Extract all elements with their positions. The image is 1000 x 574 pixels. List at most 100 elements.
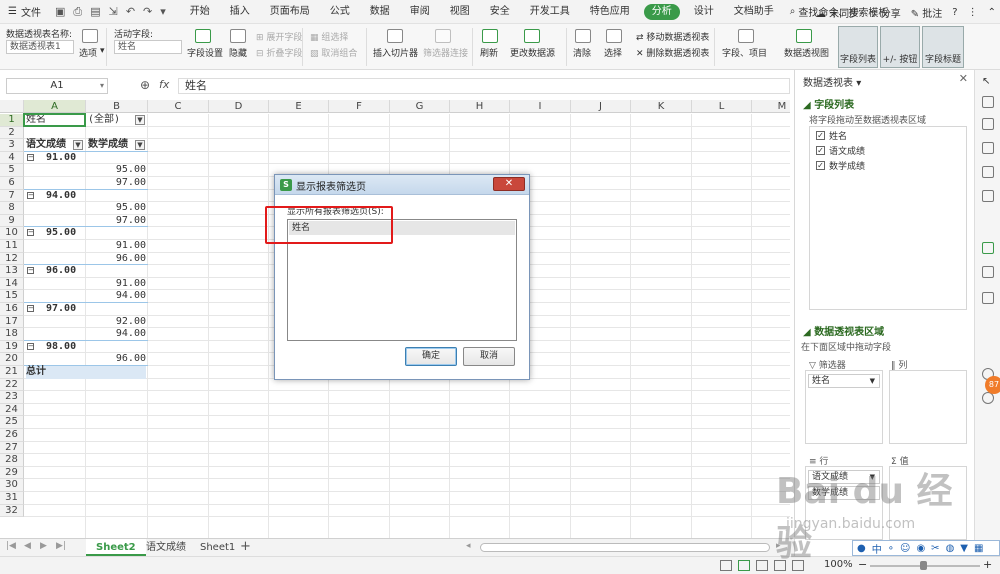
- field-item-chinese[interactable]: ✓ 语文成绩: [816, 144, 865, 157]
- row-field-dropdown-icon[interactable]: ▼: [73, 140, 83, 151]
- save-icon[interactable]: ▣: [55, 5, 65, 19]
- value-cell[interactable]: 91.00: [88, 278, 146, 291]
- skin-icon[interactable]: ◍: [946, 543, 955, 554]
- column-header[interactable]: L: [692, 100, 752, 113]
- row-header[interactable]: 3: [0, 139, 24, 152]
- row-header[interactable]: 24: [0, 403, 24, 417]
- pivot-area-section[interactable]: ◢ 数据透视表区域: [803, 323, 884, 338]
- column-header[interactable]: M: [752, 100, 790, 113]
- active-field-input[interactable]: 姓名: [114, 40, 182, 54]
- column-header[interactable]: K: [631, 100, 692, 113]
- ime-logo-icon[interactable]: ●: [857, 543, 866, 554]
- next-sheet-icon[interactable]: ▶: [40, 541, 47, 551]
- row-header[interactable]: 16: [0, 303, 24, 316]
- undo-icon[interactable]: ↶: [126, 5, 135, 19]
- row-header[interactable]: 8: [0, 202, 24, 215]
- tab-data[interactable]: 数据: [360, 0, 400, 24]
- row-header[interactable]: 10: [0, 227, 24, 240]
- row-header[interactable]: 2: [0, 126, 24, 140]
- filter-field-name[interactable]: 姓名 ▼: [808, 374, 880, 388]
- tab-special-apps[interactable]: 特色应用: [580, 0, 640, 24]
- value-cell[interactable]: 92.00: [88, 316, 146, 329]
- group-label-cell[interactable]: 97.00: [46, 303, 104, 316]
- tab-analyze[interactable]: 分析: [643, 3, 680, 20]
- group-label-cell[interactable]: 98.00: [46, 341, 104, 354]
- select-cursor-icon[interactable]: ↖: [982, 76, 994, 88]
- field-item-math[interactable]: ✓ 数学成绩: [816, 159, 865, 172]
- value-cell[interactable]: 95.00: [88, 164, 146, 177]
- tab-formulas[interactable]: 公式: [320, 0, 360, 24]
- backup-icon[interactable]: [982, 190, 994, 202]
- zoom-out-icon[interactable]: −: [858, 558, 867, 571]
- close-icon[interactable]: ✕: [959, 72, 968, 85]
- field-item-name[interactable]: ✓ 姓名: [816, 129, 847, 142]
- collapse-toggle-icon[interactable]: −: [27, 229, 34, 237]
- tab-view[interactable]: 视图: [440, 0, 480, 24]
- column-header[interactable]: G: [390, 100, 450, 113]
- row-header[interactable]: 1: [0, 114, 24, 127]
- emoji-icon[interactable]: ☺: [900, 543, 910, 554]
- tab-insert[interactable]: 插入: [220, 0, 260, 24]
- collapse-ribbon-icon[interactable]: ⌃: [988, 7, 996, 18]
- menu-grid-icon[interactable]: ▦: [974, 543, 983, 554]
- row-header[interactable]: 27: [0, 441, 24, 455]
- row-header[interactable]: 12: [0, 252, 24, 266]
- style-icon[interactable]: [982, 96, 994, 108]
- help-icon[interactable]: ?: [952, 7, 957, 18]
- sheet-tab-chinese-scores[interactable]: 语文成绩: [136, 539, 196, 556]
- voice-icon[interactable]: ◉: [916, 543, 925, 554]
- clear-button[interactable]: 清除: [573, 46, 591, 59]
- refresh-button[interactable]: 刷新: [480, 46, 498, 59]
- tools-icon[interactable]: ✂: [931, 543, 939, 554]
- row-header[interactable]: 31: [0, 492, 24, 505]
- row-header[interactable]: 4: [0, 151, 24, 165]
- comment-button[interactable]: ✎ 批注: [911, 5, 943, 20]
- function-icon[interactable]: fx: [159, 78, 169, 91]
- pivot-name-input[interactable]: 数据透视表1: [6, 40, 74, 54]
- name-box[interactable]: A1 ▾: [6, 78, 108, 94]
- print-preview-icon[interactable]: ▤: [90, 5, 100, 19]
- collapse-toggle-icon[interactable]: −: [27, 191, 34, 199]
- hide-button[interactable]: 隐藏: [229, 46, 247, 59]
- row-field-dropdown-icon[interactable]: ▼: [135, 140, 145, 151]
- row-header[interactable]: 13: [0, 265, 24, 278]
- notification-badge[interactable]: 87: [985, 376, 1000, 394]
- tab-review[interactable]: 审阅: [400, 0, 440, 24]
- collapse-toggle-icon[interactable]: −: [27, 342, 34, 350]
- zoom-icon[interactable]: ⊕: [140, 78, 150, 92]
- group-label-cell[interactable]: 95.00: [46, 227, 104, 240]
- column-header[interactable]: A: [24, 100, 86, 113]
- row-header[interactable]: 17: [0, 315, 24, 329]
- row-header[interactable]: 14: [0, 277, 24, 291]
- row-header[interactable]: 5: [0, 164, 24, 177]
- value-cell[interactable]: 95.00: [88, 202, 146, 215]
- column-header[interactable]: F: [329, 100, 390, 113]
- ok-button[interactable]: 确定: [405, 347, 457, 366]
- options-dropdown-icon[interactable]: ▾: [100, 46, 105, 56]
- column-header[interactable]: J: [571, 100, 631, 113]
- delete-pivot-button[interactable]: ✕ 删除数据透视表: [636, 46, 709, 59]
- row-header[interactable]: 19: [0, 340, 24, 354]
- field-list-toggle[interactable]: 字段列表: [838, 26, 878, 68]
- value-cell[interactable]: 91.00: [88, 240, 146, 253]
- row-header[interactable]: 25: [0, 416, 24, 429]
- tab-design[interactable]: 设计: [684, 0, 724, 24]
- checkbox-checked-icon[interactable]: ✓: [816, 146, 825, 155]
- row-field-math[interactable]: 数学成绩: [808, 486, 880, 500]
- column-header[interactable]: E: [269, 100, 329, 113]
- column-header[interactable]: D: [209, 100, 269, 113]
- collapse-toggle-icon[interactable]: −: [27, 267, 34, 275]
- group-label-cell[interactable]: 91.00: [46, 152, 104, 165]
- tab-home[interactable]: 开始: [180, 0, 220, 24]
- collapse-toggle-icon[interactable]: −: [27, 153, 34, 161]
- plus-minus-toggle[interactable]: +/- 按钮: [880, 26, 920, 68]
- row-header[interactable]: 29: [0, 466, 24, 480]
- share-button[interactable]: ⇪ 分享: [869, 5, 901, 20]
- collapse-toggle-icon[interactable]: −: [27, 305, 34, 312]
- tab-security[interactable]: 安全: [480, 0, 520, 24]
- row-header[interactable]: 18: [0, 328, 24, 341]
- tab-page-layout[interactable]: 页面布局: [260, 0, 320, 24]
- checkbox-checked-icon[interactable]: ✓: [816, 131, 825, 140]
- group-label-cell[interactable]: 94.00: [46, 190, 104, 203]
- scroll-right-icon[interactable]: ▸: [776, 541, 781, 551]
